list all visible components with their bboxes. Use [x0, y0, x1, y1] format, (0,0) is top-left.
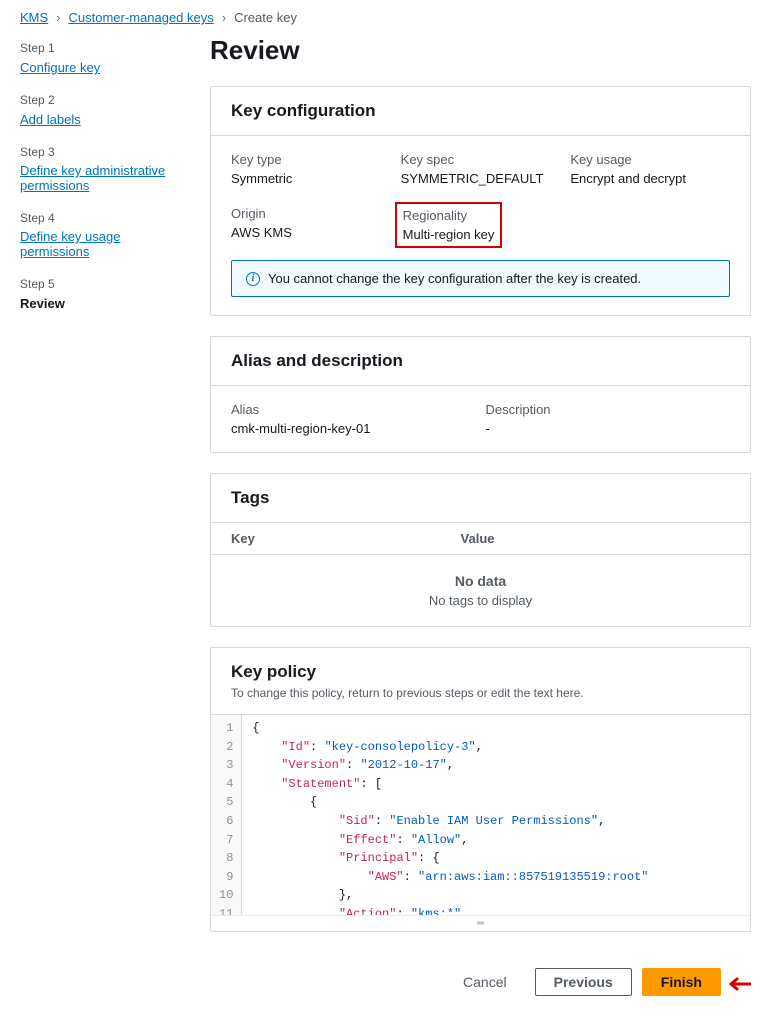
- panel-alias: Alias and description Alias cmk-multi-re…: [210, 336, 751, 453]
- panel-tags: Tags Key Value No data No tags to displa…: [210, 473, 751, 627]
- alias-label: Alias: [231, 402, 476, 417]
- col-key: Key: [231, 531, 461, 546]
- chevron-right-icon: ›: [222, 10, 226, 25]
- step-label: Step 1: [20, 41, 180, 55]
- regionality-value: Multi-region key: [403, 227, 495, 242]
- step-3: Step 3 Define key administrative permiss…: [20, 145, 180, 193]
- regionality-label: Regionality: [403, 208, 495, 223]
- step-2: Step 2 Add labels: [20, 93, 180, 127]
- chevron-right-icon: ›: [56, 10, 60, 25]
- col-value: Value: [461, 531, 495, 546]
- line-gutter: 1234567891011121314: [211, 715, 242, 915]
- breadcrumb: KMS › Customer-managed keys › Create key: [0, 0, 771, 35]
- wizard-footer: Cancel Previous Finish: [210, 952, 751, 1016]
- description-label: Description: [486, 402, 731, 417]
- policy-editor[interactable]: 1234567891011121314 { "Id": "key-console…: [211, 715, 750, 915]
- panel-title: Tags: [231, 488, 730, 508]
- key-type-label: Key type: [231, 152, 391, 167]
- panel-title: Key configuration: [231, 101, 730, 121]
- step-1: Step 1 Configure key: [20, 41, 180, 75]
- panel-title: Alias and description: [231, 351, 730, 371]
- info-text: You cannot change the key configuration …: [268, 271, 641, 286]
- empty-sub: No tags to display: [229, 593, 732, 608]
- cancel-button[interactable]: Cancel: [445, 968, 525, 996]
- info-box: i You cannot change the key configuratio…: [231, 260, 730, 297]
- step-4: Step 4 Define key usage permissions: [20, 211, 180, 259]
- wizard-sidebar: Step 1 Configure key Step 2 Add labels S…: [20, 35, 180, 1016]
- key-spec-label: Key spec: [401, 152, 561, 167]
- resize-handle[interactable]: ═: [211, 915, 750, 931]
- key-usage-label: Key usage: [570, 152, 730, 167]
- key-spec-value: SYMMETRIC_DEFAULT: [401, 171, 561, 186]
- description-value: -: [486, 421, 731, 436]
- step-link-add-labels[interactable]: Add labels: [20, 112, 81, 127]
- step-label: Step 3: [20, 145, 180, 159]
- finish-button[interactable]: Finish: [642, 968, 721, 996]
- panel-title: Key policy: [231, 662, 730, 682]
- breadcrumb-current: Create key: [234, 10, 297, 25]
- step-5: Step 5 Review: [20, 277, 180, 311]
- info-icon: i: [246, 272, 260, 286]
- empty-title: No data: [229, 573, 732, 589]
- key-usage-value: Encrypt and decrypt: [570, 171, 730, 186]
- panel-key-config: Key configuration Key type Symmetric Key…: [210, 86, 751, 316]
- tags-table-header: Key Value: [211, 523, 750, 555]
- arrow-annotation-icon: [723, 977, 751, 991]
- alias-value: cmk-multi-region-key-01: [231, 421, 476, 436]
- step-label: Step 5: [20, 277, 180, 291]
- breadcrumb-mid[interactable]: Customer-managed keys: [69, 10, 214, 25]
- step-label: Step 4: [20, 211, 180, 225]
- breadcrumb-root[interactable]: KMS: [20, 10, 48, 25]
- panel-key-policy: Key policy To change this policy, return…: [210, 647, 751, 932]
- previous-button[interactable]: Previous: [535, 968, 632, 996]
- panel-subtitle: To change this policy, return to previou…: [231, 686, 730, 700]
- policy-code[interactable]: { "Id": "key-consolepolicy-3", "Version"…: [242, 715, 658, 915]
- step-current-review: Review: [20, 296, 65, 311]
- origin-value: AWS KMS: [231, 225, 391, 240]
- step-link-usage-permissions[interactable]: Define key usage permissions: [20, 229, 180, 259]
- step-link-admin-permissions[interactable]: Define key administrative permissions: [20, 163, 180, 193]
- key-type-value: Symmetric: [231, 171, 391, 186]
- step-link-configure-key[interactable]: Configure key: [20, 60, 100, 75]
- origin-label: Origin: [231, 206, 391, 221]
- tags-empty: No data No tags to display: [211, 555, 750, 626]
- step-label: Step 2: [20, 93, 180, 107]
- page-title: Review: [210, 35, 751, 66]
- regionality-highlight: Regionality Multi-region key: [395, 202, 503, 248]
